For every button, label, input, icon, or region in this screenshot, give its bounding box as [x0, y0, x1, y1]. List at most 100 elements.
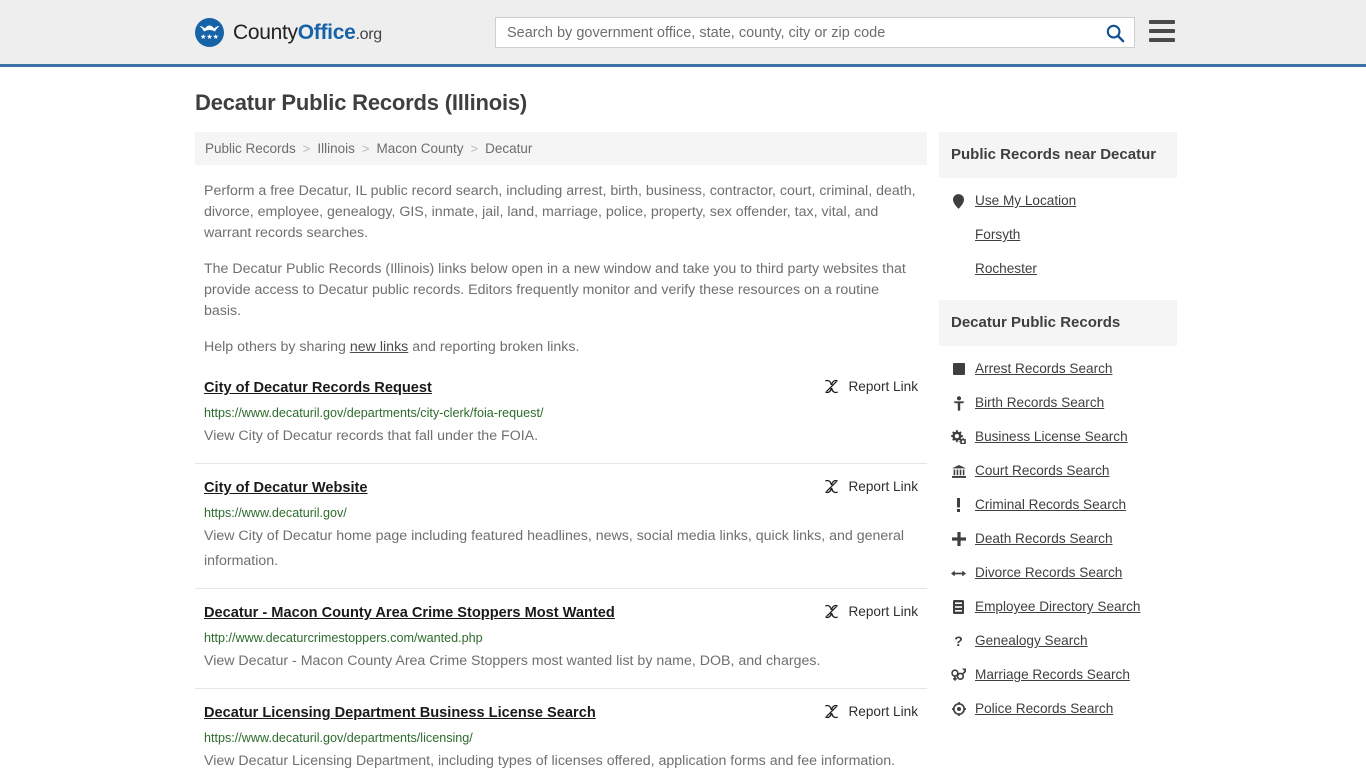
brand-wordmark: CountyOffice.org — [233, 21, 382, 45]
breadcrumb-separator: > — [302, 141, 311, 156]
sidebar-item-rochester[interactable]: Rochester — [939, 252, 1177, 286]
sidebar-item-death-records[interactable]: Death Records Search — [939, 522, 1177, 556]
report-link-button[interactable]: Report Link — [824, 604, 918, 619]
breadcrumb-separator: > — [470, 141, 479, 156]
result-description: View City of Decatur records that fall u… — [204, 428, 539, 444]
result-description: View Decatur Licensing Department, inclu… — [204, 753, 896, 768]
id-card-icon — [951, 600, 966, 614]
report-link-button[interactable]: Report Link — [824, 704, 918, 719]
arrows-horizontal-icon — [951, 568, 966, 579]
intro-paragraph-3: Help others by sharing new links and rep… — [195, 337, 927, 358]
result-title-link[interactable]: City of Decatur Website — [204, 478, 368, 498]
sidebar-near-heading: Public Records near Decatur — [939, 132, 1177, 178]
brand-pre: County — [233, 20, 298, 44]
result-url: https://www.decaturil.gov/departments/ci… — [204, 406, 544, 420]
result-description: View Decatur - Macon County Area Crime S… — [204, 653, 821, 669]
site-logo[interactable]: ★★★ CountyOffice.org — [195, 18, 382, 47]
sidebar: Public Records near Decatur Use My Locat… — [939, 132, 1177, 768]
sidebar-record-link[interactable]: Employee Directory Search — [975, 598, 1140, 616]
sidebar-record-link[interactable]: Business License Search — [975, 428, 1128, 446]
report-link-button[interactable]: Report Link — [824, 479, 918, 494]
sidebar-record-link[interactable]: Death Records Search — [975, 530, 1113, 548]
sidebar-item-genealogy[interactable]: ? Genealogy Search — [939, 624, 1177, 658]
result-url: https://www.decaturil.gov/ — [204, 506, 347, 520]
intro-text-after: and reporting broken links. — [408, 339, 580, 355]
result-title-link[interactable]: City of Decatur Records Request — [204, 378, 432, 398]
sidebar-item-criminal-records[interactable]: Criminal Records Search — [939, 488, 1177, 522]
sidebar-item-divorce-records[interactable]: Divorce Records Search — [939, 556, 1177, 590]
brand-mid: Office — [297, 20, 356, 44]
breadcrumb-separator: > — [361, 141, 370, 156]
site-header: ★★★ CountyOffice.org — [0, 0, 1366, 67]
courthouse-icon — [951, 464, 966, 478]
broken-link-icon — [825, 604, 839, 619]
sidebar-record-link[interactable]: Genealogy Search — [975, 632, 1088, 650]
result-url: http://www.decaturcrimestoppers.com/want… — [204, 631, 483, 645]
exclamation-icon — [951, 498, 966, 512]
sidebar-item-birth-records[interactable]: Birth Records Search — [939, 386, 1177, 420]
gears-icon — [951, 430, 966, 444]
breadcrumb-item-macon-county[interactable]: Macon County — [377, 141, 464, 156]
sidebar-records-list: Arrest Records Search Birth Records Sear… — [939, 346, 1177, 726]
square-icon — [951, 363, 966, 375]
sidebar-record-link[interactable]: Police Records Search — [975, 700, 1113, 718]
page-container: Decatur Public Records (Illinois) Public… — [0, 90, 1366, 768]
result-header: Decatur - Macon County Area Crime Stoppe… — [204, 603, 918, 623]
sidebar-record-link[interactable]: Court Records Search — [975, 462, 1109, 480]
sidebar-item-use-my-location[interactable]: Use My Location — [939, 184, 1177, 218]
sidebar-record-link[interactable]: Marriage Records Search — [975, 666, 1130, 684]
broken-link-icon — [825, 379, 839, 394]
report-link-button[interactable]: Report Link — [824, 379, 918, 394]
sidebar-record-link[interactable]: Birth Records Search — [975, 394, 1104, 412]
result-title-link[interactable]: Decatur - Macon County Area Crime Stoppe… — [204, 603, 615, 623]
sidebar-near-box: Public Records near Decatur Use My Locat… — [939, 132, 1177, 286]
result-item: City of Decatur Records Request Report L… — [195, 378, 927, 464]
search-button[interactable] — [1096, 18, 1134, 47]
map-pin-icon — [951, 193, 966, 209]
menu-bar-2 — [1149, 29, 1175, 33]
result-description: View City of Decatur home page including… — [204, 528, 905, 569]
sidebar-item-police-records[interactable]: Police Records Search — [939, 692, 1177, 726]
sidebar-record-link[interactable]: Divorce Records Search — [975, 564, 1122, 582]
three-stars-icon: ★★★ — [200, 34, 219, 41]
breadcrumb-item-public-records[interactable]: Public Records — [205, 141, 296, 156]
sidebar-records-heading: Decatur Public Records — [939, 300, 1177, 346]
result-item: Decatur Licensing Department Business Li… — [195, 703, 927, 768]
result-header: City of Decatur Records Request Report L… — [204, 378, 918, 398]
menu-bar-3 — [1149, 38, 1175, 42]
report-link-label: Report Link — [848, 704, 918, 719]
intro-paragraph-2: The Decatur Public Records (Illinois) li… — [204, 261, 906, 319]
result-title-link[interactable]: Decatur Licensing Department Business Li… — [204, 703, 596, 723]
search-bar[interactable] — [495, 17, 1135, 48]
sidebar-record-link[interactable]: Arrest Records Search — [975, 360, 1113, 378]
report-link-label: Report Link — [848, 479, 918, 494]
result-header: City of Decatur Website Report Link — [204, 478, 918, 498]
new-links-link[interactable]: new links — [350, 339, 408, 355]
search-input[interactable] — [496, 18, 1096, 47]
report-link-label: Report Link — [848, 604, 918, 619]
sidebar-item-forsyth[interactable]: Forsyth — [939, 218, 1177, 252]
plus-cross-icon — [951, 532, 966, 546]
venus-mars-icon — [951, 668, 966, 682]
result-url: https://www.decaturil.gov/departments/li… — [204, 731, 473, 745]
content-row: Public Records > Illinois > Macon County… — [195, 132, 1177, 768]
hamburger-menu-icon[interactable] — [1149, 20, 1175, 42]
county-office-emblem-icon: ★★★ — [195, 18, 224, 47]
sidebar-item-business-license[interactable]: Business License Search — [939, 420, 1177, 454]
sidebar-near-link[interactable]: Forsyth — [975, 226, 1020, 244]
sidebar-item-arrest-records[interactable]: Arrest Records Search — [939, 352, 1177, 386]
sidebar-item-marriage-records[interactable]: Marriage Records Search — [939, 658, 1177, 692]
sidebar-records-box: Decatur Public Records Arrest Records Se… — [939, 300, 1177, 726]
sidebar-near-link[interactable]: Rochester — [975, 260, 1037, 278]
sidebar-item-employee-directory[interactable]: Employee Directory Search — [939, 590, 1177, 624]
brand-tld: .org — [355, 25, 382, 43]
sidebar-near-list: Use My Location Forsyth Rochester — [939, 178, 1177, 286]
broken-link-icon — [825, 704, 839, 719]
result-item: Decatur - Macon County Area Crime Stoppe… — [195, 603, 927, 689]
sidebar-record-link[interactable]: Criminal Records Search — [975, 496, 1126, 514]
sidebar-item-court-records[interactable]: Court Records Search — [939, 454, 1177, 488]
results-list: City of Decatur Records Request Report L… — [195, 378, 927, 768]
breadcrumb-item-illinois[interactable]: Illinois — [317, 141, 355, 156]
search-icon — [1106, 24, 1125, 42]
sidebar-near-link[interactable]: Use My Location — [975, 192, 1076, 210]
